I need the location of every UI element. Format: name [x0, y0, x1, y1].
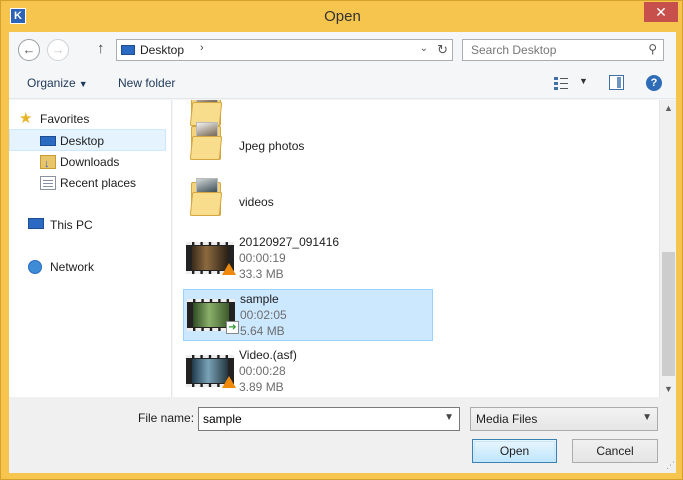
sidebar-item-label: Downloads	[60, 155, 120, 169]
video-thumbnail	[186, 242, 236, 275]
scroll-down-icon[interactable]: ▼	[660, 381, 677, 397]
file-size: 33.3 MB	[239, 267, 284, 281]
file-name-combobox: ▼	[198, 407, 460, 431]
command-bar: Organize ▼ New folder ▼ ?	[9, 67, 676, 99]
file-type-select[interactable]: Media Files ▼	[470, 407, 658, 431]
title-bar[interactable]: K Open ✕	[1, 1, 683, 32]
network-icon	[28, 260, 42, 274]
sidebar-item-label: Favorites	[40, 112, 90, 126]
list-item[interactable]: Jpeg photos	[183, 119, 433, 167]
list-item[interactable]: Video.(asf) 00:00:28 3.89 MB	[183, 346, 433, 397]
file-name-label: File name:	[138, 411, 195, 425]
computer-icon	[28, 218, 44, 229]
sidebar-item-favorites[interactable]: ★ Favorites	[19, 108, 176, 130]
organize-button[interactable]: Organize ▼	[27, 76, 88, 90]
desktop-icon	[40, 136, 56, 146]
search-input[interactable]	[463, 40, 641, 60]
dialog-footer: File name: ▼ Media Files ▼ Open Cancel ⋰	[9, 397, 676, 473]
search-icon[interactable]: ⚲	[648, 42, 657, 56]
vertical-scrollbar[interactable]: ▲ ▼	[659, 100, 676, 397]
file-name-dropdown-icon[interactable]: ▼	[444, 412, 454, 423]
organize-dropdown-icon: ▼	[78, 79, 88, 89]
video-thumbnail: ➜	[187, 299, 239, 334]
list-item[interactable]: videos	[183, 175, 433, 223]
navigation-pane: ★ Favorites Desktop ↓ Downloads Recent p…	[9, 100, 172, 397]
up-button[interactable]: ↑	[97, 40, 105, 57]
sidebar-item-recent-places[interactable]: Recent places	[9, 172, 166, 194]
address-dropdown-icon[interactable]: ⌄	[420, 43, 428, 54]
list-item-selected[interactable]: ➜ sample 00:02:05 5.64 MB	[183, 289, 433, 341]
help-icon[interactable]: ?	[646, 75, 662, 91]
refresh-icon[interactable]: ↻	[437, 42, 448, 58]
dialog-body: ← → ↑ Desktop › ⌄ ↻ ⚲ Organize▼ New fold…	[9, 32, 676, 473]
file-size: 3.89 MB	[239, 380, 284, 394]
file-type-value: Media Files	[476, 412, 538, 426]
address-bar[interactable]: Desktop › ⌄ ↻	[116, 39, 453, 61]
video-thumbnail	[186, 355, 236, 388]
file-name: Jpeg photos	[239, 139, 305, 153]
file-duration: 00:00:19	[239, 251, 286, 265]
breadcrumb-chevron-icon[interactable]: ›	[200, 42, 204, 54]
file-name: videos	[239, 195, 274, 209]
star-icon: ★	[19, 110, 33, 127]
file-duration: 00:00:28	[239, 364, 286, 378]
file-name: 20120927_091416	[239, 235, 340, 249]
navigation-bar: ← → ↑ Desktop › ⌄ ↻ ⚲	[9, 32, 676, 66]
shortcut-arrow-icon: ➜	[226, 321, 239, 334]
sidebar-item-label: This PC	[50, 218, 93, 232]
list-item[interactable]: 20120927_091416 00:00:19 33.3 MB	[183, 233, 433, 285]
file-type-dropdown-icon: ▼	[642, 412, 652, 423]
forward-button[interactable]: →	[47, 39, 69, 61]
file-duration: 00:02:05	[240, 308, 287, 322]
preview-pane-icon[interactable]	[609, 75, 624, 90]
view-options-dropdown-icon[interactable]: ▼	[579, 76, 588, 86]
resize-grip-icon[interactable]: ⋰	[666, 460, 675, 471]
sidebar-item-downloads[interactable]: ↓ Downloads	[9, 151, 166, 173]
desktop-location-icon	[121, 45, 135, 55]
downloads-icon: ↓	[40, 155, 56, 170]
sidebar-item-this-pc[interactable]: This PC	[19, 214, 176, 236]
list-item[interactable]	[183, 100, 433, 126]
back-button[interactable]: ←	[18, 39, 40, 61]
change-view-icon[interactable]	[553, 75, 569, 91]
search-box: ⚲	[462, 39, 664, 61]
close-button[interactable]: ✕	[644, 2, 678, 22]
file-name-input[interactable]	[199, 408, 437, 430]
scrollbar-thumb[interactable]	[662, 252, 675, 376]
sidebar-item-network[interactable]: Network	[19, 256, 176, 278]
sidebar-item-label: Network	[50, 260, 95, 274]
address-location[interactable]: Desktop	[140, 43, 184, 57]
file-name: Video.(asf)	[239, 348, 297, 362]
vlc-icon	[222, 376, 236, 388]
folder-icon	[189, 178, 223, 218]
open-button[interactable]: Open	[472, 439, 557, 463]
organize-label: Organize	[27, 76, 76, 90]
sidebar-item-desktop[interactable]: Desktop	[9, 129, 166, 151]
new-folder-button[interactable]: New folder	[118, 76, 175, 90]
cancel-button[interactable]: Cancel	[572, 439, 658, 463]
file-list: Jpeg photos videos 20120927_091416 00:00…	[173, 100, 659, 397]
sidebar-item-label: Recent places	[60, 176, 137, 190]
dialog-title: Open	[324, 8, 361, 25]
sidebar-item-label: Desktop	[60, 134, 105, 148]
scroll-up-icon[interactable]: ▲	[660, 100, 677, 116]
recent-places-icon	[40, 176, 56, 190]
folder-icon	[189, 122, 223, 162]
file-name: sample	[240, 292, 279, 306]
file-size: 5.64 MB	[240, 324, 285, 338]
open-dialog: K Open ✕ ← → ↑ Desktop › ⌄ ↻ ⚲ Organize▼	[0, 0, 683, 480]
vlc-icon	[222, 263, 236, 275]
